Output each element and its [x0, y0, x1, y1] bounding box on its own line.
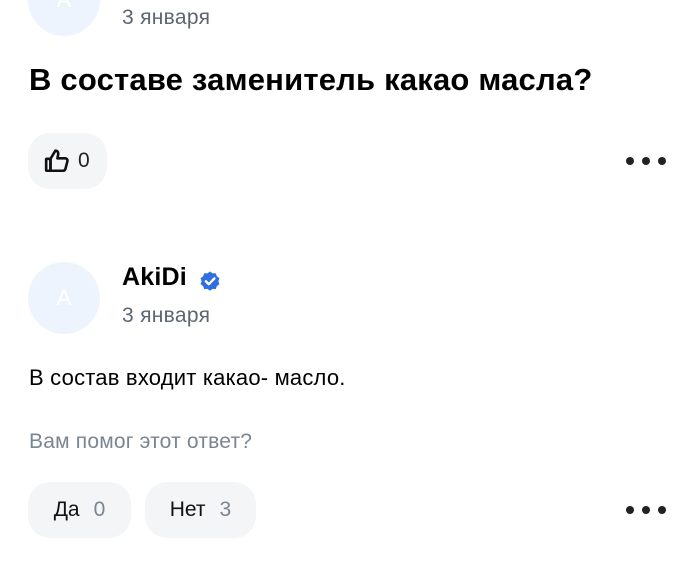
avatar-letter: A [56, 285, 72, 310]
like-button[interactable]: 0 [28, 133, 107, 189]
helpful-question: Вам помог этот ответ? [29, 430, 253, 453]
more-options-button[interactable] [626, 498, 666, 522]
no-count: 3 [219, 498, 232, 521]
more-horizontal-icon [626, 506, 634, 514]
author-avatar[interactable]: A [28, 262, 100, 334]
no-label: Нет [169, 498, 206, 521]
author-name[interactable]: AkiDi [122, 263, 187, 292]
thumbs-up-icon [44, 148, 70, 174]
avatar-letter: A [57, 0, 72, 13]
no-button[interactable]: Нет 3 [145, 482, 256, 538]
answer-text: В состав входит какао- масло. [29, 365, 346, 390]
answer-date: 3 января [122, 304, 211, 327]
more-horizontal-icon [626, 157, 634, 165]
yes-count: 0 [93, 498, 106, 521]
yes-button[interactable]: Да 0 [28, 482, 131, 538]
avatar[interactable]: A [28, 0, 100, 36]
more-options-button[interactable] [626, 149, 666, 173]
yes-label: Да [53, 498, 80, 521]
answer-date: 3 января [122, 6, 211, 29]
like-count: 0 [78, 149, 90, 172]
question-title: В составе заменитель какао масла? [29, 62, 593, 97]
verified-check-icon [198, 269, 222, 293]
